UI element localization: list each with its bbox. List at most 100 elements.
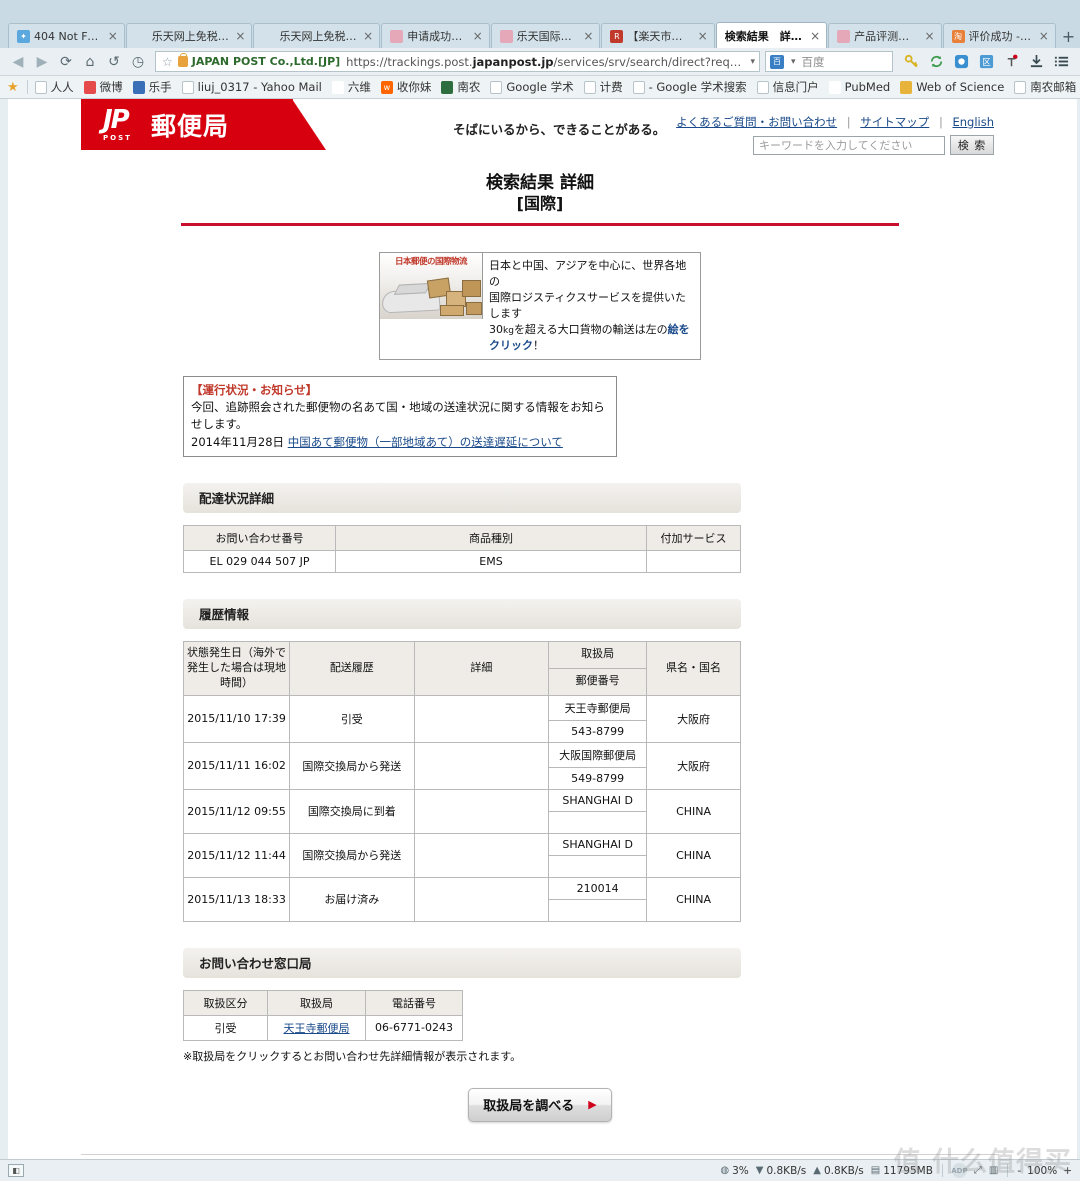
bookmarks-star-icon[interactable]: ★ — [4, 80, 25, 95]
bookmark-portal[interactable]: 信息门户 — [752, 78, 824, 97]
bookmark-nanong[interactable]: 南农 — [436, 78, 485, 97]
contact-office-table: 取扱区分 取扱局 電話番号 引受 天王寺郵便局 06-6771-0243 — [183, 989, 463, 1041]
table-row: 2015/11/12 09:55 国際交換局に到着 SHANGHAI D CHI… — [182, 788, 741, 834]
back-icon[interactable]: ◀ — [6, 51, 30, 73]
pubmed-icon: ⨝ — [828, 80, 841, 94]
bookmark-weibo[interactable]: 微博 — [79, 78, 128, 97]
pink-icon — [499, 29, 513, 43]
cell-tracking-number: EL 029 044 507 JP — [183, 549, 336, 573]
divider — [1007, 1164, 1009, 1177]
shou-icon: w — [380, 80, 393, 94]
bookmark-pubmed[interactable]: ⨝ PubMed — [824, 78, 896, 97]
reload-icon[interactable]: ⟳ — [54, 51, 78, 73]
capture-icon[interactable] — [949, 51, 974, 73]
browser-tab-8[interactable]: 淘 评价成功 - 淘… × — [942, 23, 1056, 48]
lookup-office-button[interactable]: 取扱局を調べる ▶ — [468, 1087, 612, 1122]
tab-close-icon[interactable]: × — [108, 29, 118, 43]
notice-link[interactable]: 中国あて郵便物（一部地域あて）の送達遅延について — [288, 435, 563, 449]
tab-close-icon[interactable]: × — [1039, 29, 1049, 43]
bookmark-jifei[interactable]: 计费 — [579, 78, 628, 97]
cell-detail — [413, 832, 550, 878]
bookmark-renren[interactable]: 人人 — [30, 78, 79, 97]
key-icon[interactable] — [899, 51, 924, 73]
forward-icon[interactable]: ▶ — [30, 51, 54, 73]
site-search-button[interactable]: 検 索 — [950, 135, 994, 155]
bookmark-star-icon[interactable]: ☆ — [162, 55, 173, 69]
search-bar[interactable]: 百 ▾ 百度 — [765, 51, 893, 72]
arrow-up-icon: ▲ — [813, 1165, 821, 1176]
tab-close-icon[interactable]: × — [473, 29, 483, 43]
split-view-icon[interactable]: ▥ — [989, 1165, 998, 1176]
browser-tab-7[interactable]: 产品评测编辑… × — [828, 23, 942, 48]
zoom-out-button[interactable]: - — [1017, 1165, 1021, 1177]
site-search-input[interactable]: キーワードを入力してください — [753, 135, 945, 155]
browser-tab-6-active[interactable]: 検索結果 詳細 … × — [715, 22, 828, 48]
search-engine-dropdown-icon[interactable]: ▾ — [791, 57, 796, 67]
arrow-right-icon: ▶ — [588, 1098, 597, 1112]
sidebar-toggle-button[interactable]: ◧ — [8, 1164, 24, 1177]
bookmark-shounimei[interactable]: w 收你妹 — [376, 78, 437, 97]
banner-line-3: 30kgを超える大口貨物の輸送は左の絵をクリック！ — [489, 323, 690, 353]
table-row: 2015/11/11 16:02 国際交換局から発送 大阪国際郵便局 大阪府 — [182, 741, 741, 790]
cargo-plane-image[interactable]: 日本郵便の国際物流 — [380, 253, 483, 320]
international-logistics-banner[interactable]: 日本郵便の国際物流 日本と中国、アジアを中心に、世界各地の 国際ロジスティクスサ… — [379, 252, 701, 360]
banner-text: 日本と中国、アジアを中心に、世界各地の 国際ロジスティクスサービスを提供いたしま… — [483, 253, 700, 359]
bookmark-label: 微博 — [99, 80, 123, 94]
bookmark-nanong-mail[interactable]: 南农邮箱 — [1009, 78, 1080, 97]
col-detail: 詳細 — [413, 640, 550, 696]
browser-tab-3[interactable]: 申请成功_我… × — [381, 23, 490, 48]
adblock-icon[interactable]: ADP — [951, 1163, 968, 1178]
browser-tab-0[interactable]: ✦ 404 Not Found × — [8, 23, 125, 48]
tab-close-icon[interactable]: × — [698, 29, 708, 43]
menu-icon[interactable] — [1049, 51, 1074, 73]
bookmark-yahoo-mail[interactable]: liuj_0317 - Yahoo Mail — [177, 78, 327, 97]
new-tab-button[interactable]: + — [1057, 24, 1080, 48]
notice-body: 今回、追跡照会された郵便物の名あて国・地域の送達状況に関する情報をお知らせします… — [191, 400, 605, 432]
cell-event-date: 2015/11/11 16:02 — [182, 741, 291, 790]
table-header-row: 取扱区分 取扱局 電話番号 — [183, 989, 463, 1016]
browser-tab-1[interactable]: 乐天网上免税店-… × — [125, 23, 253, 48]
zoom-in-button[interactable]: + — [1063, 1165, 1072, 1177]
address-bar[interactable]: ☆ JAPAN POST Co.,Ltd.[JP] https://tracki… — [155, 51, 760, 72]
bookmark-web-of-science[interactable]: Web of Science — [895, 78, 1009, 97]
cell-region: 大阪府 — [646, 741, 741, 790]
history-table: 状態発生日（海外で発生した場合は現地時間） 配送履歴 詳細 取扱局 県名・国名 … — [182, 640, 741, 922]
tab-close-icon[interactable]: × — [583, 29, 593, 43]
cell-office[interactable]: 天王寺郵便局 — [267, 1014, 366, 1041]
cell-region: 大阪府 — [646, 694, 741, 743]
english-link[interactable]: English — [952, 115, 994, 129]
site-logo-band[interactable]: JP POST 郵便局 — [81, 99, 326, 150]
bookmark-google-scholar-search[interactable]: - Google 学术搜索 — [628, 78, 752, 97]
table-row: 2015/11/12 11:44 国際交換局から発送 SHANGHAI D CH… — [182, 832, 741, 878]
table-row: EL 029 044 507 JP EMS — [183, 549, 741, 573]
fullscreen-icon[interactable]: ⤢ — [974, 1165, 982, 1176]
notify-icon[interactable] — [999, 51, 1024, 73]
upload-speed-indicator: ▲ 0.8KB/s — [813, 1165, 864, 1177]
extension-icon[interactable]: 区 — [974, 51, 999, 73]
cell-event-date: 2015/11/12 09:55 — [182, 788, 291, 834]
browser-tab-4[interactable]: 乐天国际1万… × — [490, 23, 601, 48]
tab-close-icon[interactable]: × — [810, 29, 820, 43]
history-icon[interactable]: ◷ — [126, 51, 150, 73]
search-input[interactable]: 百度 — [802, 54, 825, 70]
download-speed-value: 0.8KB/s — [766, 1164, 807, 1177]
tab-close-icon[interactable]: × — [363, 29, 373, 43]
divider: | — [938, 115, 943, 129]
faq-link[interactable]: よくあるご質問・お問い合わせ — [676, 115, 837, 129]
bookmark-sixwei[interactable]: 6V 六维 — [327, 78, 376, 97]
browser-tab-2[interactable]: 乐天网上免税店-… × — [253, 23, 381, 48]
download-icon[interactable] — [1024, 51, 1049, 73]
bookmark-google-scholar[interactable]: Google 学术 — [485, 78, 578, 97]
sitemap-link[interactable]: サイトマップ — [860, 115, 929, 129]
office-link[interactable]: 天王寺郵便局 — [284, 1022, 350, 1035]
zoom-level-label[interactable]: 100% — [1027, 1165, 1057, 1177]
bookmark-letao[interactable]: 乐手 — [128, 78, 177, 97]
tab-close-icon[interactable]: × — [235, 29, 245, 43]
translate-icon[interactable] — [924, 51, 949, 73]
tab-close-icon[interactable]: × — [924, 29, 934, 43]
search-engine-icon[interactable]: 百 — [770, 54, 784, 69]
address-dropdown-icon[interactable]: ▾ — [750, 57, 755, 67]
browser-tab-5[interactable]: R 【楽天市場】… × — [601, 23, 715, 48]
undo-icon[interactable]: ↺ — [102, 51, 126, 73]
home-icon[interactable]: ⌂ — [78, 51, 102, 73]
